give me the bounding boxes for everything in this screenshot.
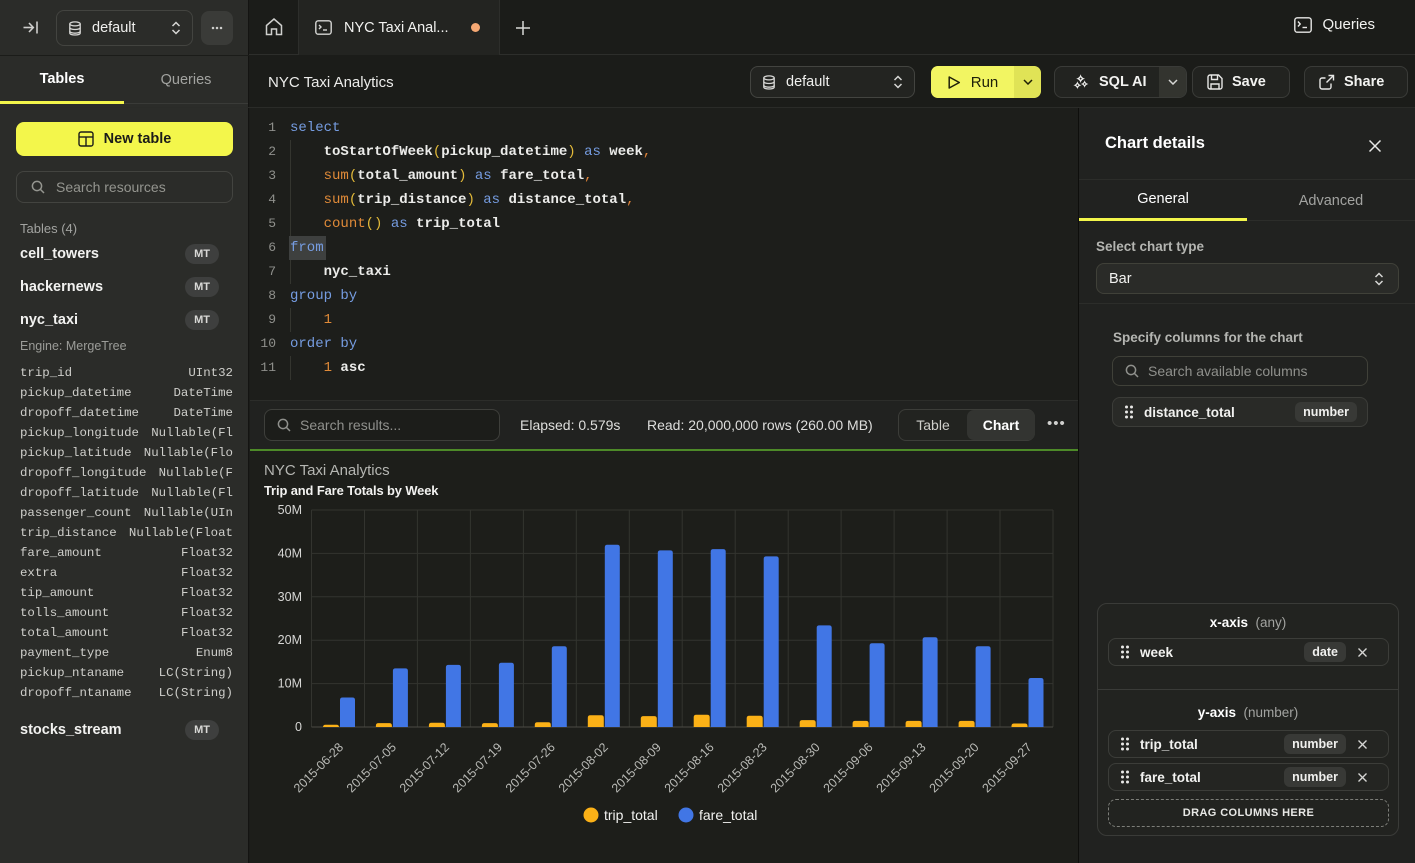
svg-text:2015-06-28: 2015-06-28	[291, 740, 346, 795]
svg-text:2015-07-19: 2015-07-19	[450, 740, 505, 795]
svg-text:30M: 30M	[278, 590, 302, 604]
svg-text:Trip and Fare Totals by Week: Trip and Fare Totals by Week	[264, 483, 439, 498]
svg-text:2015-09-27: 2015-09-27	[980, 740, 1035, 795]
svg-text:2015-09-13: 2015-09-13	[874, 740, 929, 795]
svg-text:40M: 40M	[278, 546, 302, 560]
svg-text:2015-07-26: 2015-07-26	[503, 740, 558, 795]
svg-text:trip_total: trip_total	[604, 807, 658, 823]
svg-text:2015-08-09: 2015-08-09	[609, 740, 664, 795]
svg-text:2015-08-16: 2015-08-16	[662, 740, 717, 795]
svg-text:2015-08-30: 2015-08-30	[768, 740, 823, 795]
svg-text:2015-07-05: 2015-07-05	[344, 740, 399, 795]
svg-text:2015-09-20: 2015-09-20	[927, 740, 982, 795]
svg-text:10M: 10M	[278, 677, 302, 691]
svg-text:2015-07-12: 2015-07-12	[397, 740, 452, 795]
svg-text:fare_total: fare_total	[699, 807, 757, 823]
svg-text:20M: 20M	[278, 633, 302, 647]
svg-text:2015-08-02: 2015-08-02	[556, 740, 611, 795]
svg-text:0: 0	[295, 720, 302, 734]
svg-text:2015-08-23: 2015-08-23	[715, 740, 770, 795]
svg-text:50M: 50M	[278, 503, 302, 517]
svg-text:NYC Taxi Analytics: NYC Taxi Analytics	[264, 462, 390, 479]
svg-text:2015-09-06: 2015-09-06	[821, 740, 876, 795]
